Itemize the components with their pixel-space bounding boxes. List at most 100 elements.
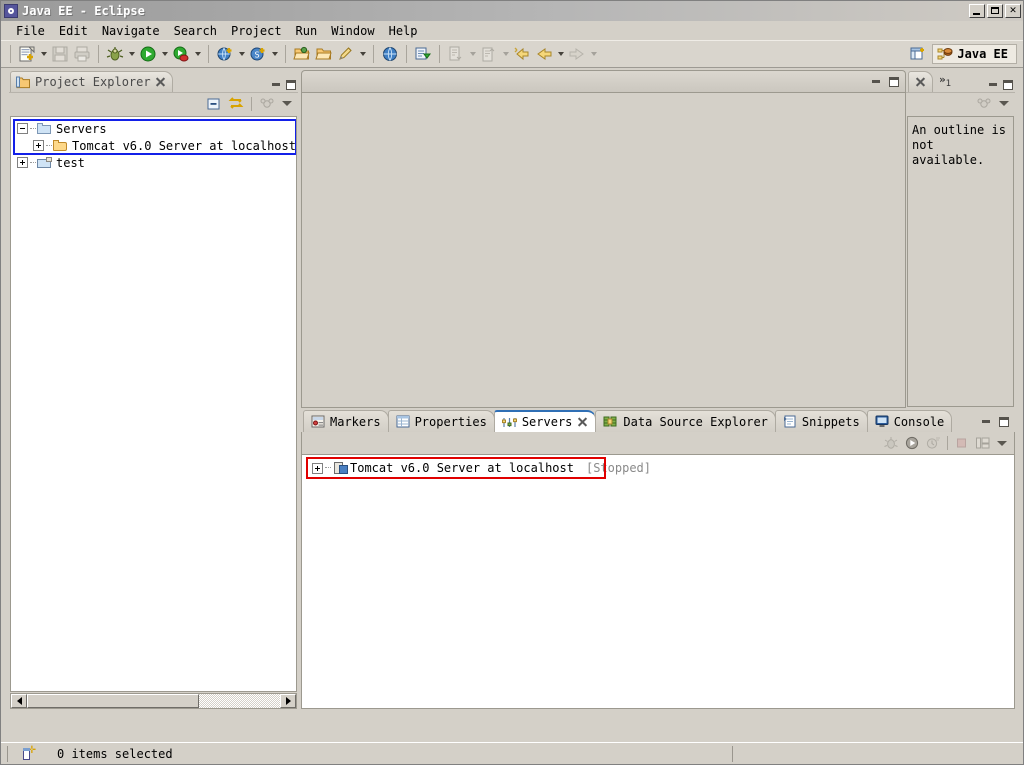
perspective-label: Java EE	[957, 47, 1008, 61]
tab-servers[interactable]: Servers	[493, 410, 597, 432]
outline-maximize-button[interactable]	[1000, 77, 1015, 92]
project-explorer-hscrollbar[interactable]	[10, 693, 297, 709]
outline-minimize-button[interactable]	[985, 77, 1000, 92]
console-icon	[875, 415, 889, 427]
scroll-thumb[interactable]	[27, 694, 199, 708]
close-icon[interactable]	[577, 417, 588, 428]
deploy-icon[interactable]	[412, 43, 434, 65]
server-list-row[interactable]: Tomcat v6.0 Server at localhost [Stopped…	[302, 459, 1014, 477]
editor-client-area[interactable]	[301, 92, 906, 408]
web-globe-icon[interactable]	[379, 43, 401, 65]
focus-task-icon[interactable]	[257, 95, 277, 113]
pencil-icon[interactable]	[335, 43, 357, 65]
window-close-button[interactable]: ✕	[1005, 4, 1021, 18]
outline-icon[interactable]	[915, 77, 926, 88]
tab-properties[interactable]: Properties	[387, 410, 495, 432]
stop-square-icon[interactable]	[952, 434, 972, 452]
tab-overflow-indicator[interactable]: »1	[939, 73, 951, 89]
toolbar-separator	[285, 45, 286, 63]
tree-row-test[interactable]: test	[11, 154, 296, 171]
menu-help[interactable]: Help	[382, 23, 425, 39]
run-dropdown-arrow[interactable]	[159, 43, 170, 65]
editor-titlebar	[301, 70, 906, 92]
tab-data-source-explorer[interactable]: Data Source Explorer	[595, 410, 776, 432]
expander-plus-icon[interactable]	[17, 157, 28, 168]
forward-dropdown-arrow[interactable]	[588, 43, 599, 65]
toolbar-separator	[406, 45, 407, 63]
tree-row-tomcat-conf[interactable]: Tomcat v6.0 Server at localhost-conf	[11, 137, 296, 154]
tab-console[interactable]: Console	[866, 410, 953, 432]
previous-annotation-icon[interactable]	[478, 43, 500, 65]
menu-project[interactable]: Project	[224, 23, 289, 39]
next-annotation-dropdown-arrow[interactable]	[467, 43, 478, 65]
menu-search[interactable]: Search	[167, 23, 224, 39]
menu-run[interactable]: Run	[289, 23, 325, 39]
view-menu-icon[interactable]	[994, 434, 1010, 452]
window-maximize-button[interactable]	[987, 4, 1003, 18]
focus-task-icon[interactable]	[974, 95, 994, 113]
expander-minus-icon[interactable]	[17, 123, 28, 134]
tree-line	[30, 127, 36, 130]
menu-window[interactable]: Window	[324, 23, 381, 39]
link-with-editor-icon[interactable]	[226, 95, 246, 113]
bottom-minimize-button[interactable]	[978, 414, 993, 429]
debug-dropdown-arrow[interactable]	[126, 43, 137, 65]
menu-navigate[interactable]: Navigate	[95, 23, 167, 39]
sql-new-icon[interactable]: S	[247, 43, 269, 65]
scroll-track[interactable]	[27, 694, 280, 708]
publish-icon[interactable]	[973, 434, 993, 452]
tab-snippets[interactable]: Snippets	[774, 410, 868, 432]
profile-dropdown-arrow[interactable]	[192, 43, 203, 65]
open-folder-icon[interactable]	[291, 43, 313, 65]
expander-plus-icon[interactable]	[312, 462, 323, 474]
tab-markers[interactable]: Markers	[303, 410, 389, 432]
bottom-maximize-button[interactable]	[996, 414, 1011, 429]
print-icon[interactable]	[71, 43, 93, 65]
forward-arrow-icon[interactable]	[566, 43, 588, 65]
expander-plus-icon[interactable]	[33, 140, 44, 151]
project-explorer-tabrow: Project Explorer	[9, 70, 298, 92]
tab-label: Console	[893, 414, 945, 429]
perspective-java-ee-button[interactable]: Java EE	[932, 44, 1017, 64]
editor-maximize-button[interactable]	[886, 74, 901, 89]
collapse-all-icon[interactable]	[204, 95, 224, 113]
window-minimize-button[interactable]	[969, 4, 985, 18]
editor-minimize-button[interactable]	[868, 74, 883, 89]
statusbar-text: 0 items selected	[57, 746, 173, 761]
scroll-right-icon[interactable]	[280, 694, 296, 708]
save-icon[interactable]	[49, 43, 71, 65]
close-icon[interactable]	[155, 77, 166, 88]
profile-icon[interactable]	[170, 43, 192, 65]
previous-annotation-dropdown-arrow[interactable]	[500, 43, 511, 65]
back-arrow-icon[interactable]	[533, 43, 555, 65]
new-sql-dropdown-arrow[interactable]	[269, 43, 280, 65]
tab-outline[interactable]	[908, 71, 933, 92]
run-play-icon[interactable]	[137, 43, 159, 65]
open-folder-2-icon[interactable]	[313, 43, 335, 65]
next-annotation-icon[interactable]	[445, 43, 467, 65]
view-menu-icon[interactable]	[996, 95, 1012, 113]
project-explorer-minimize-button[interactable]	[268, 77, 283, 92]
menu-file[interactable]: File	[9, 23, 52, 39]
scroll-left-icon[interactable]	[11, 694, 27, 708]
globe-new-icon[interactable]	[214, 43, 236, 65]
new-document-icon[interactable]	[16, 43, 38, 65]
new-server-dropdown-arrow[interactable]	[236, 43, 247, 65]
view-menu-icon[interactable]	[279, 95, 295, 113]
debug-bug-icon[interactable]	[881, 434, 901, 452]
start-play-icon[interactable]	[902, 434, 922, 452]
pencil-dropdown-arrow[interactable]	[357, 43, 368, 65]
profile-clock-icon[interactable]	[923, 434, 943, 452]
new-document-dropdown-arrow[interactable]	[38, 43, 49, 65]
open-perspective-icon[interactable]	[907, 43, 929, 65]
project-explorer-maximize-button[interactable]	[283, 77, 298, 92]
debug-bug-icon[interactable]	[104, 43, 126, 65]
back-yellow-arrow-icon[interactable]	[511, 43, 533, 65]
toolbar-separator	[98, 45, 99, 63]
outline-message-line1: An outline is	[912, 123, 1006, 137]
back-dropdown-arrow[interactable]	[555, 43, 566, 65]
menu-edit[interactable]: Edit	[52, 23, 95, 39]
window-controls: ✕	[969, 4, 1021, 18]
tab-project-explorer[interactable]: Project Explorer	[10, 71, 173, 92]
tree-row-servers[interactable]: Servers	[11, 120, 296, 137]
